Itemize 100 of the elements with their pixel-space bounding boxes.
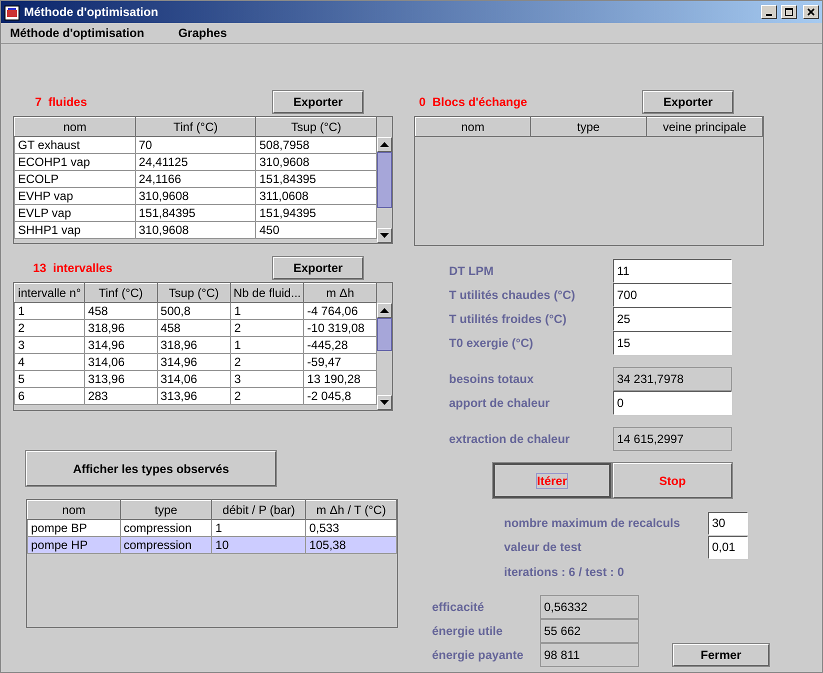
- menu-item[interactable]: Méthode d'optimisation: [1, 24, 154, 42]
- table-cell: compression: [120, 520, 212, 536]
- field-label: énergie payante: [432, 647, 524, 664]
- table-cell: 3: [14, 336, 84, 354]
- table-cell: 458: [84, 302, 158, 320]
- export-button[interactable]: Exporter: [273, 257, 363, 279]
- field-label: apport de chaleur: [449, 395, 551, 412]
- scroll-down-button[interactable]: [377, 228, 392, 243]
- table-cell: 1: [230, 336, 304, 354]
- export-button[interactable]: Exporter: [273, 91, 363, 113]
- field-label: DT LPM: [449, 263, 495, 280]
- table-cell: 1: [212, 520, 306, 536]
- input-field[interactable]: 15: [613, 331, 732, 355]
- table-cell: 24,41125: [135, 154, 256, 170]
- table-cell: 6: [14, 388, 84, 404]
- column-header[interactable]: débit / P (bar): [212, 500, 306, 520]
- menu-item[interactable]: Graphes: [169, 24, 236, 42]
- window-title: Méthode d'optimisation: [24, 4, 160, 21]
- input-field[interactable]: 25: [613, 307, 732, 331]
- maximize-icon: [783, 6, 795, 18]
- scrollbar-thumb[interactable]: [377, 152, 392, 208]
- column-header[interactable]: nom: [14, 118, 136, 136]
- table-cell: 313,96: [84, 370, 158, 388]
- value-display: 98 811: [540, 643, 639, 667]
- up-arrow-icon: [380, 142, 390, 147]
- scroll-down-button[interactable]: [377, 395, 392, 410]
- section-heading: 13 intervalles: [33, 260, 112, 277]
- column-header[interactable]: nom: [416, 118, 530, 136]
- column-header[interactable]: Tinf (°C): [135, 118, 256, 136]
- table-cell: 2: [230, 320, 304, 336]
- column-header[interactable]: m Δh / T (°C): [306, 500, 396, 520]
- table-cell: 310,9608: [135, 188, 256, 204]
- input-field[interactable]: 30: [708, 512, 748, 534]
- input-field[interactable]: 700: [613, 283, 732, 307]
- table-cell: 2: [230, 388, 304, 404]
- section-heading: 0 Blocs d'échange: [419, 94, 528, 111]
- maximize-button[interactable]: [781, 5, 797, 19]
- table-cell: -10 319,08: [304, 320, 377, 336]
- table-cell: -59,47: [304, 354, 377, 370]
- table-cell: 314,96: [157, 354, 231, 370]
- table-cell: pompe BP: [28, 520, 120, 536]
- table-cell: -2 045,8: [304, 388, 377, 404]
- column-header[interactable]: veine principale: [646, 118, 762, 136]
- table-cell: 2: [14, 320, 84, 336]
- column-header[interactable]: type: [530, 118, 647, 136]
- show-types-button[interactable]: Afficher les types observés: [26, 451, 276, 486]
- close-icon: [805, 6, 817, 18]
- table-cell: pompe HP: [28, 536, 120, 554]
- table-cell: 508,7958: [256, 136, 377, 154]
- table-cell: ECOHP1 vap: [14, 154, 136, 170]
- table-cell: 313,96: [157, 388, 231, 404]
- export-button[interactable]: Exporter: [643, 91, 733, 113]
- scroll-up-button[interactable]: [377, 303, 392, 318]
- field-label: valeur de test: [504, 539, 582, 556]
- app-icon: [4, 4, 20, 21]
- table-cell: 318,96: [157, 336, 231, 354]
- column-header[interactable]: Nb de fluid...: [230, 284, 304, 302]
- up-arrow-icon: [380, 308, 390, 313]
- table-cell: 314,06: [84, 354, 158, 370]
- column-header[interactable]: type: [120, 500, 212, 520]
- close-button[interactable]: [803, 5, 819, 19]
- column-header[interactable]: m Δh: [304, 284, 377, 302]
- field-label: extraction de chaleur: [449, 431, 571, 448]
- column-header[interactable]: intervalle n°: [14, 284, 84, 302]
- field-label: T utilités chaudes (°C): [449, 287, 576, 304]
- table-cell: compression: [120, 536, 212, 554]
- field-label: efficacité: [432, 599, 486, 616]
- scroll-up-button[interactable]: [377, 137, 392, 152]
- table-cell: 151,84395: [135, 204, 256, 222]
- minimize-icon: [766, 14, 772, 16]
- field-label: énergie utile: [432, 623, 504, 640]
- table-cell: 0,533: [306, 520, 396, 536]
- input-field[interactable]: 11: [613, 259, 732, 283]
- scrollbar-thumb[interactable]: [377, 318, 392, 351]
- table-cell: 151,94395: [256, 204, 377, 222]
- column-header[interactable]: Tinf (°C): [84, 284, 158, 302]
- input-field[interactable]: 0: [613, 391, 732, 415]
- column-header[interactable]: Tsup (°C): [157, 284, 231, 302]
- table-cell: 310,9608: [256, 154, 377, 170]
- column-header[interactable]: nom: [28, 500, 120, 520]
- down-arrow-icon: [380, 400, 390, 405]
- minimize-button[interactable]: [761, 5, 777, 19]
- column-header[interactable]: Tsup (°C): [256, 118, 377, 136]
- table-cell: -4 764,06: [304, 302, 377, 320]
- table-cell: EVHP vap: [14, 188, 136, 204]
- table-cell: ECOLP: [14, 170, 136, 188]
- down-arrow-icon: [380, 233, 390, 238]
- field-label: nombre maximum de recalculs: [504, 515, 682, 532]
- table-cell: 310,9608: [135, 222, 256, 238]
- close-button[interactable]: Fermer: [673, 644, 769, 666]
- table-cell: 70: [135, 136, 256, 154]
- table-cell: 314,06: [157, 370, 231, 388]
- field-label: besoins totaux: [449, 371, 535, 388]
- table-cell: 24,1166: [135, 170, 256, 188]
- table-cell: 10: [212, 536, 306, 554]
- table-cell: 13 190,28: [304, 370, 377, 388]
- input-field[interactable]: 0,01: [708, 536, 748, 558]
- table-cell: 318,96: [84, 320, 158, 336]
- value-display: 0,56332: [540, 595, 639, 619]
- value-display: 34 231,7978: [613, 367, 732, 391]
